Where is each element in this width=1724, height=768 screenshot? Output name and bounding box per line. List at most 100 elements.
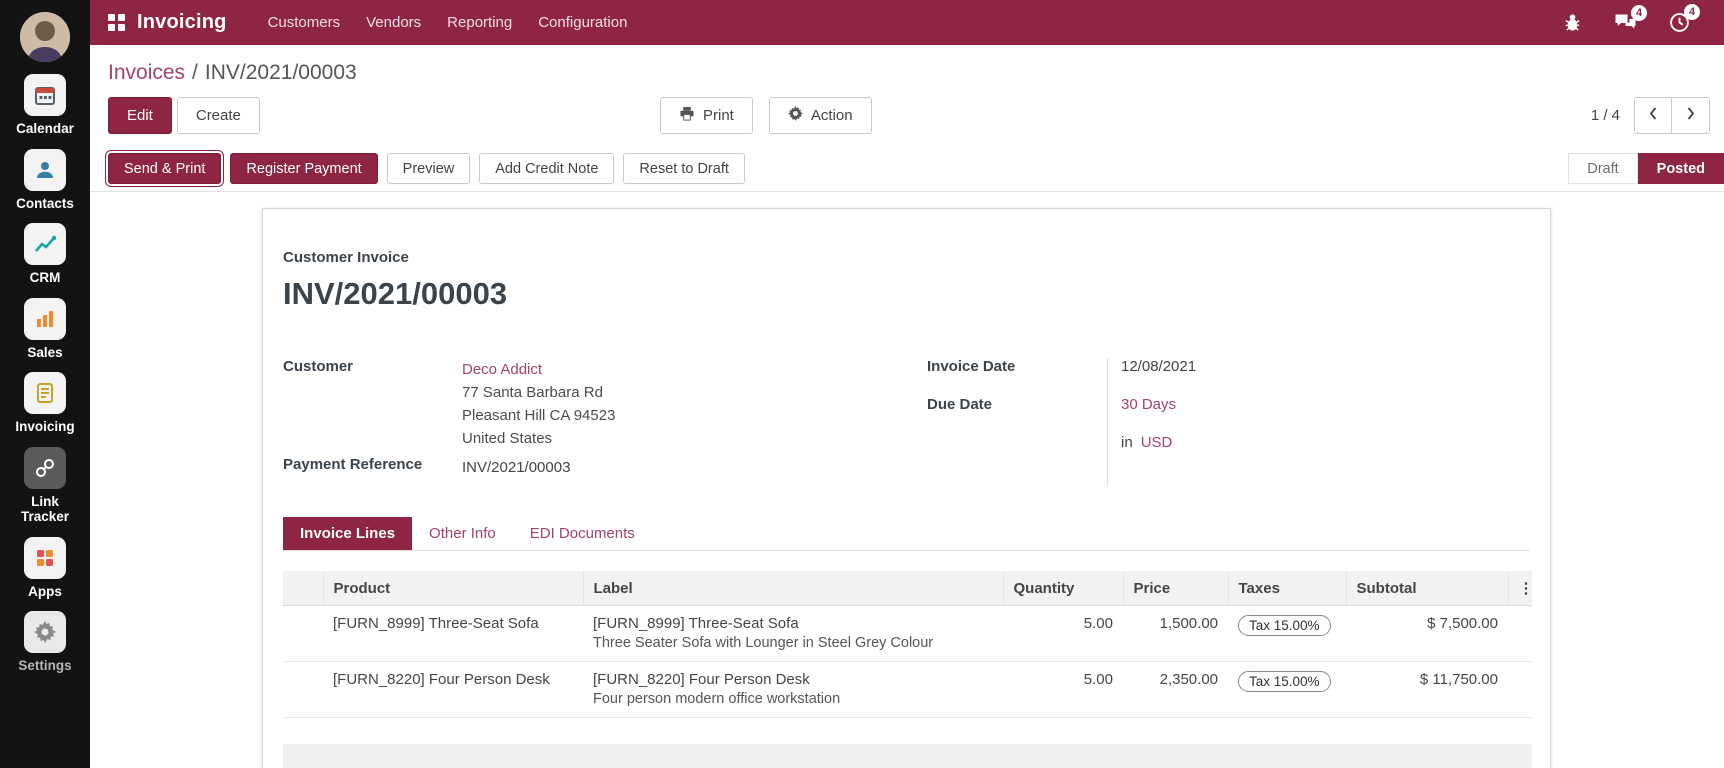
breadcrumb-separator: / [192, 61, 198, 84]
optional-columns-icon[interactable]: ⋮ [1508, 571, 1532, 606]
sidebar-item-label: Sales [25, 345, 64, 361]
app-name[interactable]: Invoicing [137, 11, 227, 34]
fields-right-group: Invoice Date Due Date 12/08/2021 30 Days… [927, 358, 1196, 485]
sidebar-item-crm[interactable]: CRM [0, 223, 90, 286]
invoice-fields: Customer Deco Addict 77 Santa Barbara Rd… [283, 358, 1530, 485]
customer-value: Deco Addict 77 Santa Barbara Rd Pleasant… [462, 358, 615, 450]
line-description: Three Seater Sofa with Lounger in Steel … [593, 635, 993, 651]
tab-invoice-lines[interactable]: Invoice Lines [283, 517, 412, 550]
printer-icon [679, 106, 695, 125]
sidebar-item-invoicing[interactable]: Invoicing [0, 372, 90, 435]
table-row[interactable]: [FURN_8999] Three-Seat Sofa [FURN_8999] … [283, 606, 1532, 662]
sidebar-item-label: Apps [26, 584, 64, 600]
price-cell[interactable]: 2,350.00 [1123, 662, 1228, 718]
register-payment-button[interactable]: Register Payment [230, 153, 377, 184]
pager-next-button[interactable] [1672, 97, 1710, 134]
tab-other-info[interactable]: Other Info [412, 517, 513, 550]
product-cell[interactable]: [FURN_8220] Four Person Desk [323, 662, 583, 718]
handle-column-header [283, 571, 323, 606]
status-step-draft[interactable]: Draft [1568, 153, 1637, 184]
subtotal-cell: $ 11,750.00 [1346, 662, 1508, 718]
print-button[interactable]: Print [660, 97, 753, 134]
tax-badge[interactable]: Tax 15.00% [1238, 615, 1331, 636]
sidebar-item-label: Calendar [14, 121, 76, 137]
user-avatar[interactable] [20, 12, 70, 62]
menu-vendors[interactable]: Vendors [353, 0, 434, 45]
invoicing-app-icon [24, 372, 66, 414]
sidebar-item-sales[interactable]: Sales [0, 298, 90, 361]
column-header-price[interactable]: Price [1123, 571, 1228, 606]
create-button[interactable]: Create [177, 97, 260, 134]
pager: 1 / 4 [1591, 97, 1710, 134]
center-actions: Print Action [660, 97, 872, 134]
row-handle-cell [283, 662, 323, 718]
apps-app-icon [24, 537, 66, 579]
debug-bug-icon[interactable] [1563, 13, 1582, 32]
preview-button[interactable]: Preview [387, 153, 471, 184]
invoice-number: INV/2021/00003 [283, 276, 1530, 312]
product-cell[interactable]: [FURN_8999] Three-Seat Sofa [323, 606, 583, 662]
table-header-row: Product Label Quantity Price Taxes Subto… [283, 571, 1532, 606]
quantity-cell[interactable]: 5.00 [1003, 662, 1123, 718]
table-row[interactable]: [FURN_8220] Four Person Desk [FURN_8220]… [283, 662, 1532, 718]
document-type-label: Customer Invoice [283, 249, 1530, 266]
tab-edi-documents[interactable]: EDI Documents [513, 517, 652, 550]
top-navbar: Invoicing Customers Vendors Reporting Co… [90, 0, 1724, 45]
action-button[interactable]: Action [769, 97, 872, 134]
chevron-right-icon [1686, 106, 1696, 125]
main-column: Invoicing Customers Vendors Reporting Co… [90, 0, 1724, 768]
column-header-subtotal[interactable]: Subtotal [1346, 571, 1508, 606]
quantity-cell[interactable]: 5.00 [1003, 606, 1123, 662]
column-header-quantity[interactable]: Quantity [1003, 571, 1123, 606]
menu-configuration[interactable]: Configuration [525, 0, 640, 45]
menu-reporting[interactable]: Reporting [434, 0, 525, 45]
label-cell[interactable]: [FURN_8999] Three-Seat Sofa Three Seater… [583, 606, 1003, 662]
edit-button[interactable]: Edit [108, 97, 172, 134]
sidebar-item-link-tracker[interactable]: Link Tracker [0, 447, 90, 525]
reset-to-draft-button[interactable]: Reset to Draft [623, 153, 744, 184]
action-content: Invoices / INV/2021/00003 Edit Create Prin… [90, 45, 1724, 768]
sidebar-item-label: CRM [28, 270, 63, 286]
sidebar-item-apps[interactable]: Apps [0, 537, 90, 600]
currency-link[interactable]: USD [1141, 434, 1173, 451]
taxes-cell: Tax 15.00% [1228, 606, 1346, 662]
sidebar-item-calendar[interactable]: Calendar [0, 74, 90, 137]
add-credit-note-button[interactable]: Add Credit Note [479, 153, 614, 184]
customer-address-line: Pleasant Hill CA 94523 [462, 404, 615, 427]
notebook-tabs: Invoice Lines Other Info EDI Documents [283, 517, 1530, 551]
sidebar-item-label: Invoicing [13, 419, 76, 435]
status-step-posted[interactable]: Posted [1638, 153, 1724, 184]
messages-icon[interactable]: 4 [1614, 13, 1637, 33]
payment-reference-label: Payment Reference [283, 456, 462, 479]
customer-label: Customer [283, 358, 462, 450]
avatar-photo [20, 12, 70, 62]
sidebar-item-contacts[interactable]: Contacts [0, 149, 90, 212]
label-cell[interactable]: [FURN_8220] Four Person Desk Four person… [583, 662, 1003, 718]
column-header-taxes[interactable]: Taxes [1228, 571, 1346, 606]
activity-clock-icon[interactable]: 4 [1669, 12, 1690, 33]
customer-link[interactable]: Deco Addict [462, 358, 615, 381]
menu-customers[interactable]: Customers [255, 0, 354, 45]
messages-badge: 4 [1631, 5, 1647, 21]
row-handle-cell [283, 606, 323, 662]
statusbar-row: Send & Print Register Payment Preview Ad… [90, 146, 1724, 192]
breadcrumb: Invoices/INV/2021/00003 [90, 45, 1724, 93]
send-and-print-button[interactable]: Send & Print [108, 153, 221, 184]
chevron-left-icon [1648, 106, 1658, 125]
tax-badge[interactable]: Tax 15.00% [1238, 671, 1331, 692]
payment-reference-value: INV/2021/00003 [462, 456, 570, 479]
due-date-label: Due Date [927, 396, 1106, 434]
price-cell[interactable]: 1,500.00 [1123, 606, 1228, 662]
apps-menu-icon[interactable] [108, 14, 125, 31]
currency-row: inUSD [1121, 434, 1196, 472]
pager-previous-button[interactable] [1634, 97, 1672, 134]
column-header-product[interactable]: Product [323, 571, 583, 606]
breadcrumb-parent-link[interactable]: Invoices [108, 61, 185, 84]
line-description: Four person modern office workstation [593, 691, 993, 707]
column-header-label[interactable]: Label [583, 571, 1003, 606]
sidebar-item-settings[interactable]: Settings [0, 611, 90, 674]
link-tracker-app-icon [24, 447, 66, 489]
empty-filler-row [283, 744, 1532, 768]
due-date-value[interactable]: 30 Days [1121, 396, 1196, 434]
crm-app-icon [24, 223, 66, 265]
